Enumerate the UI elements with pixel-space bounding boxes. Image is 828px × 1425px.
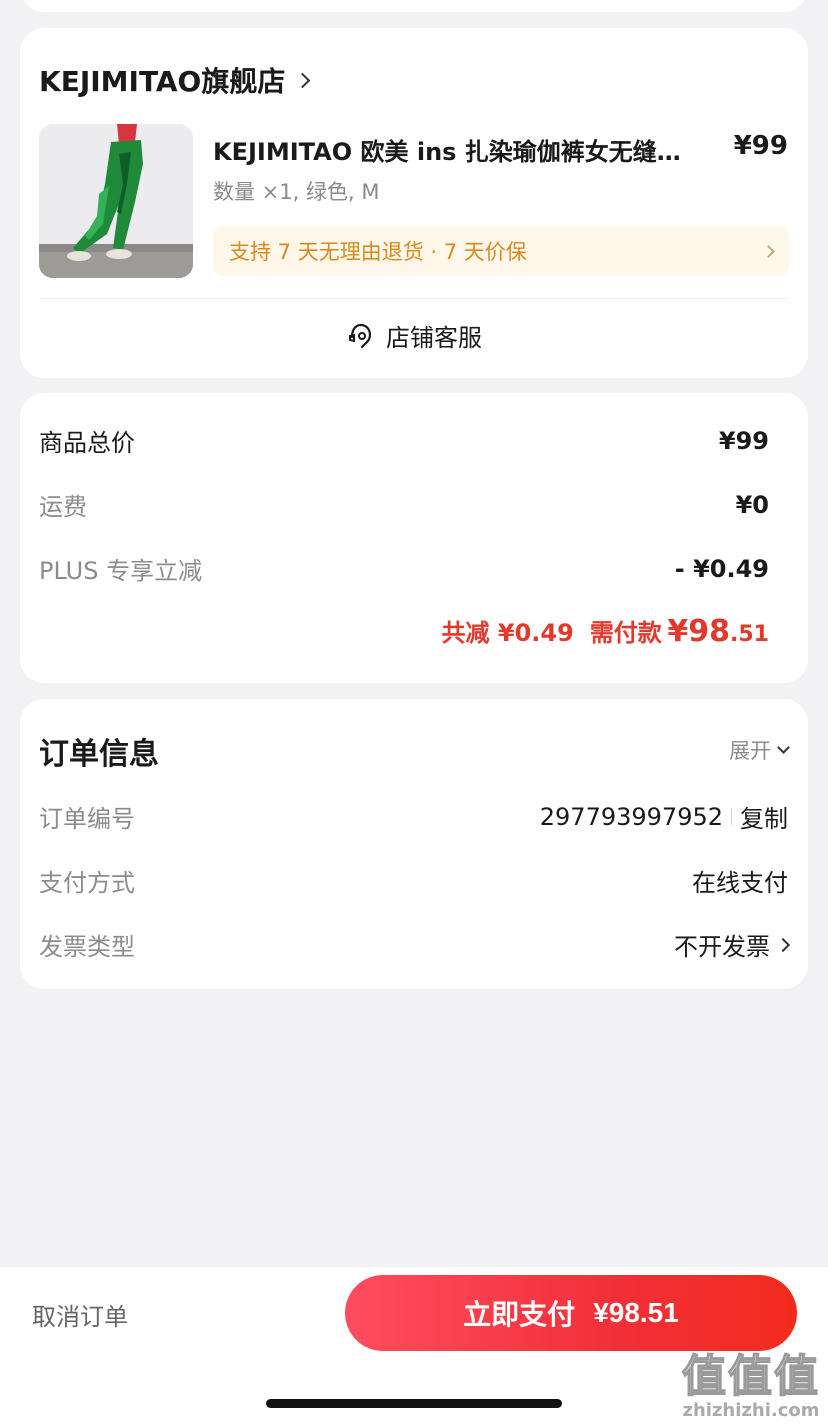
invoice-type-label: 发票类型	[39, 933, 135, 961]
store-name: KEJIMITAO旗舰店	[39, 65, 286, 98]
watermark-logo: 值值值	[681, 1350, 820, 1403]
previous-card-bottom	[20, 0, 808, 12]
product-image[interactable]	[39, 124, 193, 278]
expand-button[interactable]: 展开	[729, 735, 790, 765]
order-number-label: 订单编号	[39, 805, 135, 833]
plus-discount-label: PLUS 专享立减	[39, 557, 203, 585]
chevron-right-icon	[775, 937, 791, 952]
chevron-down-icon	[777, 741, 790, 754]
shipping-value: ¥0	[735, 490, 769, 519]
order-info-card: 订单信息 展开 订单编号 297793997952 复制 支付方式 在线支付 发…	[20, 699, 808, 989]
divider	[39, 298, 789, 299]
pay-now-label: 立即支付	[463, 1299, 576, 1330]
payment-method-label: 支付方式	[39, 869, 135, 897]
cancel-order-button[interactable]: 取消订单	[32, 1297, 128, 1332]
order-row-invoice[interactable]: 发票类型 不开发票	[39, 927, 791, 962]
order-row-number: 订单编号 297793997952 复制	[39, 799, 788, 834]
shipping-label: 运费	[39, 493, 87, 521]
price-row-plus-discount: PLUS 专享立减 - ¥0.49	[39, 551, 769, 586]
order-row-payment-method: 支付方式 在线支付	[39, 863, 788, 898]
product-price: ¥99	[733, 131, 788, 161]
chevron-right-icon	[295, 72, 311, 88]
customer-service-label: 店铺客服	[386, 324, 482, 352]
watermark-url: zhizhizhi.com	[682, 1400, 820, 1421]
payment-method-value: 在线支付	[692, 869, 788, 897]
payment-summary: 共减 ¥0.49 需付款 ¥98.51	[442, 613, 769, 649]
headset-icon	[349, 323, 372, 348]
store-card: KEJIMITAO旗舰店 KEJIMITAO 欧美 ins 扎染瑜伽裤女无缝… …	[20, 28, 808, 378]
service-guarantee-banner[interactable]: 支持 7 天无理由退货 · 7 天价保	[213, 226, 789, 276]
expand-label: 展开	[729, 739, 771, 763]
subtotal-label: 商品总价	[39, 429, 135, 457]
product-spec: 数量 ×1, 绿色, M	[213, 180, 380, 204]
watermark: 值值值 zhizhizhi.com	[681, 1340, 820, 1421]
amount-due-label: 需付款	[589, 619, 662, 647]
pay-now-amount: ¥98.51	[593, 1297, 679, 1328]
product-title[interactable]: KEJIMITAO 欧美 ins 扎染瑜伽裤女无缝…	[213, 132, 713, 167]
price-summary-card: 商品总价 ¥99 运费 ¥0 PLUS 专享立减 - ¥0.49 共减 ¥0.4…	[20, 393, 808, 683]
plus-discount-value: - ¥0.49	[674, 554, 769, 583]
home-indicator	[266, 1399, 562, 1408]
total-discount-label: 共减	[441, 619, 490, 647]
subtotal-value: ¥99	[718, 426, 769, 455]
price-row-subtotal: 商品总价 ¥99	[39, 423, 769, 458]
copy-button[interactable]: 复制	[740, 799, 788, 834]
service-guarantee-text: 支持 7 天无理由退货 · 7 天价保	[229, 240, 527, 264]
chevron-right-icon	[762, 244, 775, 258]
invoice-type-value: 不开发票	[674, 933, 770, 961]
amount-due: 需付款 ¥98.51	[590, 613, 769, 649]
price-row-shipping: 运费 ¥0	[39, 487, 769, 522]
total-discount-value: ¥0.49	[497, 619, 574, 647]
store-customer-service-button[interactable]: 店铺客服	[20, 318, 808, 353]
order-number-value: 297793997952	[539, 802, 723, 831]
total-discount: 共减 ¥0.49	[442, 613, 574, 648]
green-leggings-photo	[39, 124, 193, 278]
amount-due-cents: .51	[730, 622, 769, 647]
amount-due-main: ¥98	[667, 614, 731, 649]
store-name-link[interactable]: KEJIMITAO旗舰店	[39, 60, 311, 100]
order-info-title: 订单信息	[39, 737, 159, 772]
divider	[731, 808, 732, 825]
